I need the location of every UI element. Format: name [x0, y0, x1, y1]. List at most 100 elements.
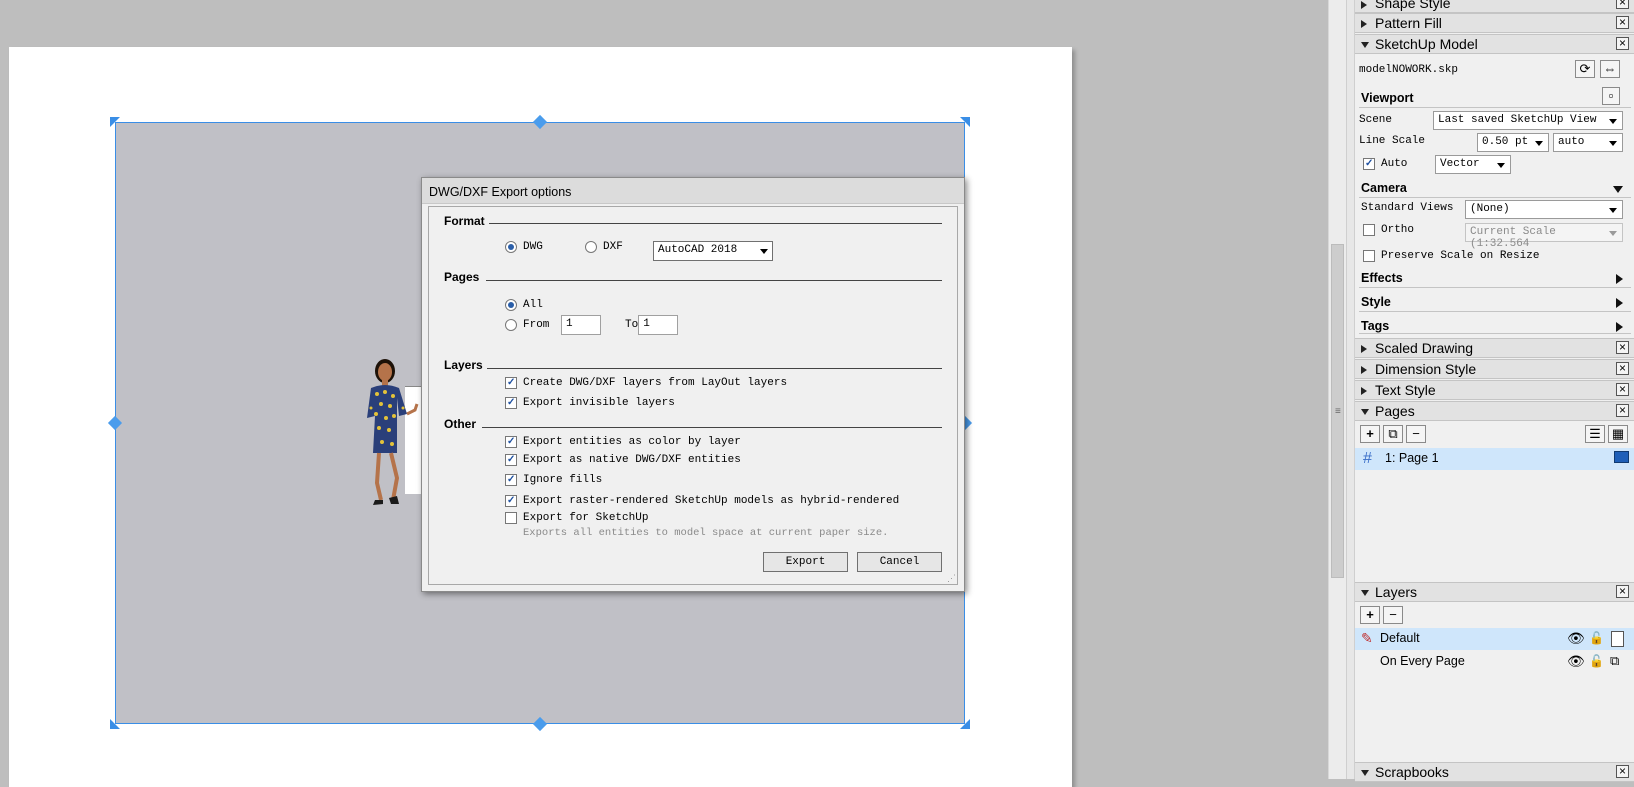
close-icon[interactable]: ×	[1616, 37, 1629, 50]
link-model-icon[interactable]: ⇔	[1600, 60, 1620, 78]
cancel-button[interactable]: Cancel	[857, 552, 942, 572]
shared-pages-icon[interactable]: ⧉	[1610, 653, 1619, 669]
viewport-section-header[interactable]: Viewport	[1359, 86, 1631, 108]
render-mode-dropdown[interactable]: Vector	[1435, 155, 1511, 174]
close-icon[interactable]: ×	[1616, 0, 1629, 9]
ortho-row[interactable]: Ortho	[1363, 224, 1414, 236]
expand-arrow-icon	[1361, 1, 1367, 9]
resize-grip-icon[interactable]: ⋰	[947, 573, 956, 584]
create-layers-row[interactable]: Create DWG/DXF layers from LayOut layers	[505, 377, 787, 389]
shape-style-header[interactable]: Shape Style ×	[1355, 0, 1634, 13]
dimension-style-header[interactable]: Dimension Style ×	[1355, 359, 1634, 379]
ortho-checkbox[interactable]	[1363, 224, 1375, 236]
unlock-icon[interactable]: 🔓	[1589, 631, 1604, 645]
for-sketchup-checkbox[interactable]	[505, 512, 517, 524]
text-style-header[interactable]: Text Style ×	[1355, 380, 1634, 400]
monitor-icon	[1614, 451, 1629, 463]
thumbnail-view-icon[interactable]: ▦	[1608, 425, 1628, 443]
unlock-icon[interactable]: 🔓	[1589, 654, 1604, 668]
list-view-icon[interactable]: ☰	[1585, 425, 1605, 443]
effects-section-header[interactable]: Effects	[1359, 266, 1631, 288]
line-scale-mode-dropdown[interactable]: auto	[1553, 133, 1623, 152]
scrapbooks-header[interactable]: Scrapbooks ×	[1355, 762, 1634, 782]
camera-section-header[interactable]: Camera	[1359, 176, 1631, 198]
close-icon[interactable]: ×	[1616, 765, 1629, 778]
pages-from-radio[interactable]	[505, 319, 517, 331]
eye-icon[interactable]: 👁	[1567, 653, 1585, 670]
add-layer-icon[interactable]: +	[1360, 606, 1380, 624]
close-icon[interactable]: ×	[1616, 341, 1629, 354]
close-icon[interactable]: ×	[1616, 16, 1629, 29]
autocad-version-value: AutoCAD 2018	[658, 244, 738, 256]
ignore-fills-checkbox[interactable]	[505, 474, 517, 486]
scene-dropdown[interactable]: Last saved SketchUp View	[1433, 111, 1623, 130]
export-button[interactable]: Export	[763, 552, 848, 572]
pages-from-input[interactable]: 1	[561, 315, 601, 335]
autocad-version-dropdown[interactable]: AutoCAD 2018	[653, 241, 773, 261]
export-invisible-checkbox[interactable]	[505, 397, 517, 409]
style-section-header[interactable]: Style	[1359, 290, 1631, 312]
hybrid-row[interactable]: Export raster-rendered SketchUp models a…	[505, 495, 899, 507]
collapse-arrow-icon	[1361, 770, 1369, 776]
dxf-radio-row[interactable]: DXF	[585, 241, 623, 253]
auto-checkbox[interactable]	[1363, 158, 1375, 170]
page-list-item-selected[interactable]: # 1: Page 1	[1355, 448, 1634, 470]
remove-page-icon[interactable]: −	[1406, 425, 1426, 443]
layer-item-on-every-page[interactable]: On Every Page 👁 🔓 ⧉	[1355, 651, 1634, 673]
pattern-fill-header[interactable]: Pattern Fill ×	[1355, 13, 1634, 33]
preserve-scale-row[interactable]: Preserve Scale on Resize	[1363, 250, 1539, 262]
pages-all-radio[interactable]	[505, 299, 517, 311]
line-scale-dropdown[interactable]: 0.50 pt	[1477, 133, 1549, 152]
ignore-fills-row[interactable]: Ignore fills	[505, 474, 602, 486]
ignore-fills-label: Ignore fills	[523, 474, 603, 486]
standard-views-dropdown[interactable]: (None)	[1465, 200, 1623, 219]
for-sketchup-row[interactable]: Export for SketchUp	[505, 512, 648, 524]
refresh-model-icon[interactable]: ⟳	[1575, 60, 1595, 78]
pages-all-row[interactable]: All	[505, 299, 543, 311]
splitter-grip-icon[interactable]: ≡	[1335, 406, 1341, 417]
close-icon[interactable]: ×	[1616, 585, 1629, 598]
duplicate-page-icon[interactable]: ⧉	[1383, 425, 1403, 443]
close-icon[interactable]: ×	[1616, 404, 1629, 417]
tags-section-header[interactable]: Tags	[1359, 314, 1631, 334]
dwg-radio-row[interactable]: DWG	[505, 241, 543, 253]
pages-header[interactable]: Pages ×	[1355, 401, 1634, 421]
close-icon[interactable]: ×	[1616, 383, 1629, 396]
viewport-lock-icon[interactable]: ▫	[1602, 87, 1620, 105]
preserve-scale-checkbox[interactable]	[1363, 250, 1375, 262]
page-icon[interactable]	[1611, 631, 1624, 647]
create-layers-checkbox[interactable]	[505, 377, 517, 389]
scaled-drawing-header[interactable]: Scaled Drawing ×	[1355, 338, 1634, 358]
handle-top-left[interactable]	[109, 116, 121, 128]
close-icon[interactable]: ×	[1616, 362, 1629, 375]
color-by-layer-checkbox[interactable]	[505, 436, 517, 448]
native-entities-checkbox[interactable]	[505, 454, 517, 466]
add-page-icon[interactable]: +	[1360, 425, 1380, 443]
hybrid-checkbox[interactable]	[505, 495, 517, 507]
vertical-scrollbar[interactable]	[1328, 0, 1346, 779]
native-entities-row[interactable]: Export as native DWG/DXF entities	[505, 454, 741, 466]
eye-icon[interactable]: 👁	[1567, 630, 1585, 647]
pages-from-row[interactable]: From 1 To 1	[505, 315, 679, 335]
expand-arrow-icon	[1361, 366, 1367, 374]
pages-to-input[interactable]: 1	[638, 315, 679, 335]
dxf-radio[interactable]	[585, 241, 597, 253]
effects-heading: Effects	[1361, 271, 1403, 285]
handle-bottom-right[interactable]	[959, 718, 971, 730]
color-by-layer-row[interactable]: Export entities as color by layer	[505, 436, 741, 448]
auto-row[interactable]: Auto	[1363, 158, 1407, 170]
handle-top-right[interactable]	[959, 116, 971, 128]
export-invisible-row[interactable]: Export invisible layers	[505, 397, 675, 409]
chevron-down-icon	[1535, 141, 1543, 146]
handle-bottom-left[interactable]	[109, 718, 121, 730]
pencil-icon: ✎	[1361, 630, 1373, 646]
dialog-title[interactable]: DWG/DXF Export options	[422, 178, 964, 204]
remove-layer-icon[interactable]: −	[1383, 606, 1403, 624]
collapse-arrow-icon	[1361, 42, 1369, 48]
layer-item-default[interactable]: ✎ Default 👁 🔓	[1355, 628, 1634, 650]
layers-header[interactable]: Layers ×	[1355, 582, 1634, 602]
sketchup-model-header[interactable]: SketchUp Model ×	[1355, 34, 1634, 54]
layer-every-page-label: On Every Page	[1380, 654, 1465, 668]
panel-splitter[interactable]	[1346, 0, 1354, 779]
dwg-radio[interactable]	[505, 241, 517, 253]
